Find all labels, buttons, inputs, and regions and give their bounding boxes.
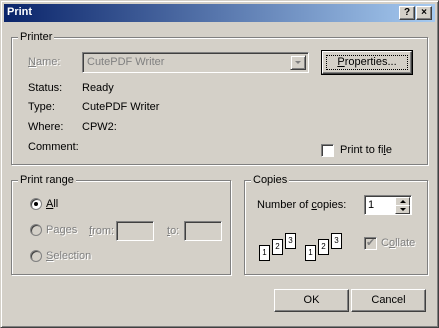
to-label: to: — [167, 225, 180, 237]
ok-button[interactable]: OK — [274, 289, 349, 312]
from-input[interactable] — [116, 221, 154, 241]
number-of-copies-label: Number of copies: — [257, 199, 347, 211]
comment-label: Comment: — [28, 141, 79, 153]
page-icon: 3 — [331, 233, 342, 249]
printer-name-value: CutePDF Writer — [87, 56, 165, 68]
window-title: Print — [7, 6, 33, 18]
cancel-button[interactable]: Cancel — [351, 289, 426, 312]
print-to-file-checkbox[interactable] — [321, 144, 334, 157]
collate-pages-set-1: 3 2 1 — [259, 233, 299, 265]
chevron-down-icon[interactable] — [290, 55, 306, 70]
print-dialog: Print ? × Printer Name: CutePDF Writer P… — [0, 0, 439, 328]
collate-checkbox[interactable]: ✔ — [364, 237, 377, 250]
cancel-button-label: Cancel — [371, 294, 406, 306]
type-value: CutePDF Writer — [82, 101, 160, 113]
printer-name-select[interactable]: CutePDF Writer — [82, 52, 309, 73]
checkmark-icon: ✔ — [366, 237, 376, 249]
collate-label[interactable]: Collate — [381, 237, 415, 249]
page-icon: 2 — [318, 239, 329, 255]
status-label: Status: — [28, 82, 63, 94]
all-radio-label[interactable]: All — [46, 198, 58, 210]
pages-radio[interactable] — [30, 224, 42, 236]
help-button[interactable]: ? — [399, 6, 415, 20]
pages-radio-label[interactable]: Pages — [46, 224, 77, 236]
properties-button[interactable]: Properties... — [321, 50, 413, 75]
page-icon: 2 — [272, 239, 283, 255]
copies-spinner[interactable]: 1 — [364, 195, 412, 215]
from-label: from: — [89, 225, 115, 237]
collate-pages-set-2: 3 2 1 — [305, 233, 345, 265]
copies-group-label: Copies — [251, 174, 290, 186]
to-input[interactable] — [184, 221, 222, 241]
page-icon: 3 — [285, 233, 296, 249]
title-bar[interactable]: Print ? × — [4, 4, 435, 22]
close-button[interactable]: × — [416, 6, 432, 20]
where-value: CPW2: — [82, 121, 117, 133]
spin-down-icon[interactable] — [395, 205, 410, 214]
page-icon: 1 — [259, 245, 270, 261]
copies-value: 1 — [368, 199, 375, 211]
all-radio[interactable] — [30, 198, 42, 210]
focus-ring — [326, 55, 408, 70]
print-to-file-label[interactable]: Print to file — [340, 144, 392, 156]
ok-button-label: OK — [303, 294, 320, 306]
selection-radio[interactable] — [30, 250, 42, 262]
name-label: Name: — [28, 56, 61, 68]
print-range-group-label: Print range — [18, 174, 76, 186]
radio-selected-dot — [34, 202, 38, 206]
printer-group-label: Printer — [18, 31, 55, 43]
page-icon: 1 — [305, 245, 316, 261]
where-label: Where: — [28, 121, 64, 133]
selection-radio-label[interactable]: Selection — [46, 250, 91, 262]
status-value: Ready — [82, 82, 114, 94]
type-label: Type: — [28, 101, 55, 113]
